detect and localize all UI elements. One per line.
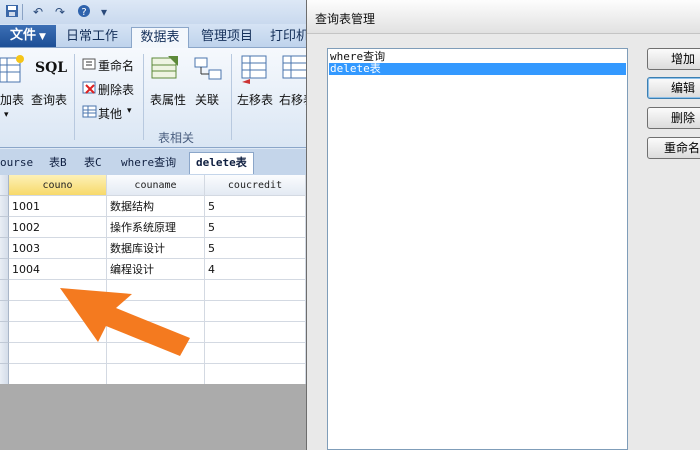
empty-cell[interactable] bbox=[205, 364, 306, 384]
table-cell[interactable]: 1004 bbox=[9, 259, 107, 280]
chevron-down-icon: ▼ bbox=[39, 32, 46, 42]
add-button[interactable]: 增加 bbox=[647, 48, 700, 70]
table-cell[interactable]: 1001 bbox=[9, 196, 107, 217]
grid-corner[interactable] bbox=[0, 175, 9, 196]
query-list[interactable]: where查询 delete表 bbox=[327, 48, 628, 450]
delete-button[interactable]: 删除 bbox=[647, 107, 700, 129]
row-header[interactable] bbox=[0, 238, 9, 259]
table-cell[interactable]: 编程设计 bbox=[107, 259, 205, 280]
rename-button[interactable]: 重命名 bbox=[647, 137, 700, 159]
sql-icon[interactable]: SQL bbox=[35, 60, 67, 76]
row-header[interactable] bbox=[0, 196, 9, 217]
relate-button[interactable]: 关联 bbox=[195, 91, 219, 108]
tab-table-b[interactable]: 表B bbox=[49, 153, 67, 173]
table-cell[interactable]: 5 bbox=[205, 238, 306, 259]
move-right-icon[interactable] bbox=[281, 54, 306, 87]
dropdown-icon[interactable]: ▾ bbox=[96, 4, 112, 20]
tab-daily-work[interactable]: 日常工作 bbox=[62, 27, 122, 48]
query-table-manager-dialog: 查询表管理 where查询 delete表 增加 编辑 删除 重命名 bbox=[306, 0, 700, 450]
ribbon-group-label: 表相关 bbox=[158, 131, 195, 145]
row-header[interactable] bbox=[0, 301, 9, 322]
ribbon-tab-bar: 文件 ▼ 日常工作 数据表 管理项目 打印机 bbox=[0, 24, 306, 49]
table-cell[interactable]: 4 bbox=[205, 259, 306, 280]
empty-cell[interactable] bbox=[205, 301, 306, 322]
quick-access-toolbar: ↶ ↷ ? ▾ bbox=[0, 0, 306, 24]
table-cell[interactable]: 数据库设计 bbox=[107, 238, 205, 259]
tab-course[interactable]: ourse bbox=[0, 153, 33, 173]
empty-cell[interactable] bbox=[107, 364, 205, 384]
dialog-titlebar[interactable]: 查询表管理 bbox=[307, 0, 700, 34]
relate-icon[interactable] bbox=[194, 56, 224, 87]
tab-where-query[interactable]: where查询 bbox=[121, 153, 176, 173]
table-cell[interactable]: 5 bbox=[205, 196, 306, 217]
table-cell[interactable]: 数据结构 bbox=[107, 196, 205, 217]
rename-icon bbox=[82, 57, 98, 74]
chevron-down-icon[interactable]: ▾ bbox=[4, 110, 9, 120]
row-header[interactable] bbox=[0, 364, 9, 384]
column-header-couname[interactable]: couname bbox=[107, 175, 205, 196]
empty-cell[interactable] bbox=[205, 343, 306, 364]
column-header-couno[interactable]: couno bbox=[9, 175, 107, 196]
file-label: 文件 bbox=[10, 28, 37, 43]
edit-button[interactable]: 编辑 bbox=[647, 77, 700, 99]
help-icon[interactable]: ? bbox=[76, 4, 92, 20]
move-left-button[interactable]: 左移表 bbox=[237, 91, 273, 108]
add-table-icon[interactable] bbox=[0, 54, 24, 87]
ribbon-panel: 加表 ▾ SQL 查询表 重命名 删除表 其他 ▾ 表属性 关联 左移表 右移 … bbox=[0, 48, 306, 148]
undo-icon[interactable]: ↶ bbox=[30, 4, 46, 20]
other-button[interactable]: 其他 bbox=[98, 105, 122, 122]
tab-data-table[interactable]: 数据表 bbox=[131, 27, 189, 49]
tab-table-c[interactable]: 表C bbox=[84, 153, 102, 173]
list-item-delete-table[interactable]: delete表 bbox=[329, 63, 626, 75]
file-menu-button[interactable]: 文件 ▼ bbox=[0, 25, 56, 47]
tab-printer[interactable]: 打印机 bbox=[270, 27, 306, 48]
row-header[interactable] bbox=[0, 280, 9, 301]
redo-icon[interactable]: ↷ bbox=[52, 4, 68, 20]
row-header[interactable] bbox=[0, 322, 9, 343]
rename-button[interactable]: 重命名 bbox=[98, 57, 134, 74]
table-cell[interactable]: 1003 bbox=[9, 238, 107, 259]
svg-text:?: ? bbox=[81, 7, 86, 18]
chevron-down-icon[interactable]: ▾ bbox=[127, 106, 132, 116]
tab-delete-table[interactable]: delete表 bbox=[189, 152, 254, 174]
add-table-button[interactable]: 加表 bbox=[0, 91, 24, 108]
move-right-button[interactable]: 右移表 bbox=[279, 91, 306, 108]
empty-cell[interactable] bbox=[205, 280, 306, 301]
column-header-coucredit[interactable]: coucredit bbox=[205, 175, 306, 196]
table-cell[interactable]: 5 bbox=[205, 217, 306, 238]
delete-table-icon bbox=[82, 81, 98, 98]
empty-cell[interactable] bbox=[205, 322, 306, 343]
row-header[interactable] bbox=[0, 259, 9, 280]
tab-manage-project[interactable]: 管理项目 bbox=[197, 27, 257, 48]
table-properties-button[interactable]: 表属性 bbox=[150, 91, 186, 108]
query-table-button[interactable]: 查询表 bbox=[31, 91, 67, 108]
row-header[interactable] bbox=[0, 217, 9, 238]
move-left-icon[interactable] bbox=[240, 54, 270, 87]
save-icon[interactable] bbox=[4, 4, 20, 20]
delete-table-button[interactable]: 删除表 bbox=[98, 81, 134, 98]
dialog-title: 查询表管理 bbox=[315, 12, 376, 26]
table-cell[interactable]: 1002 bbox=[9, 217, 107, 238]
grid-icon bbox=[82, 105, 98, 122]
row-header[interactable] bbox=[0, 343, 9, 364]
object-tab-bar: ourse 表B 表C where查询 delete表 bbox=[0, 149, 306, 175]
table-cell[interactable]: 操作系统原理 bbox=[107, 217, 205, 238]
annotation-arrow-icon bbox=[60, 288, 190, 356]
empty-cell[interactable] bbox=[9, 364, 107, 384]
table-properties-icon[interactable] bbox=[150, 54, 180, 87]
